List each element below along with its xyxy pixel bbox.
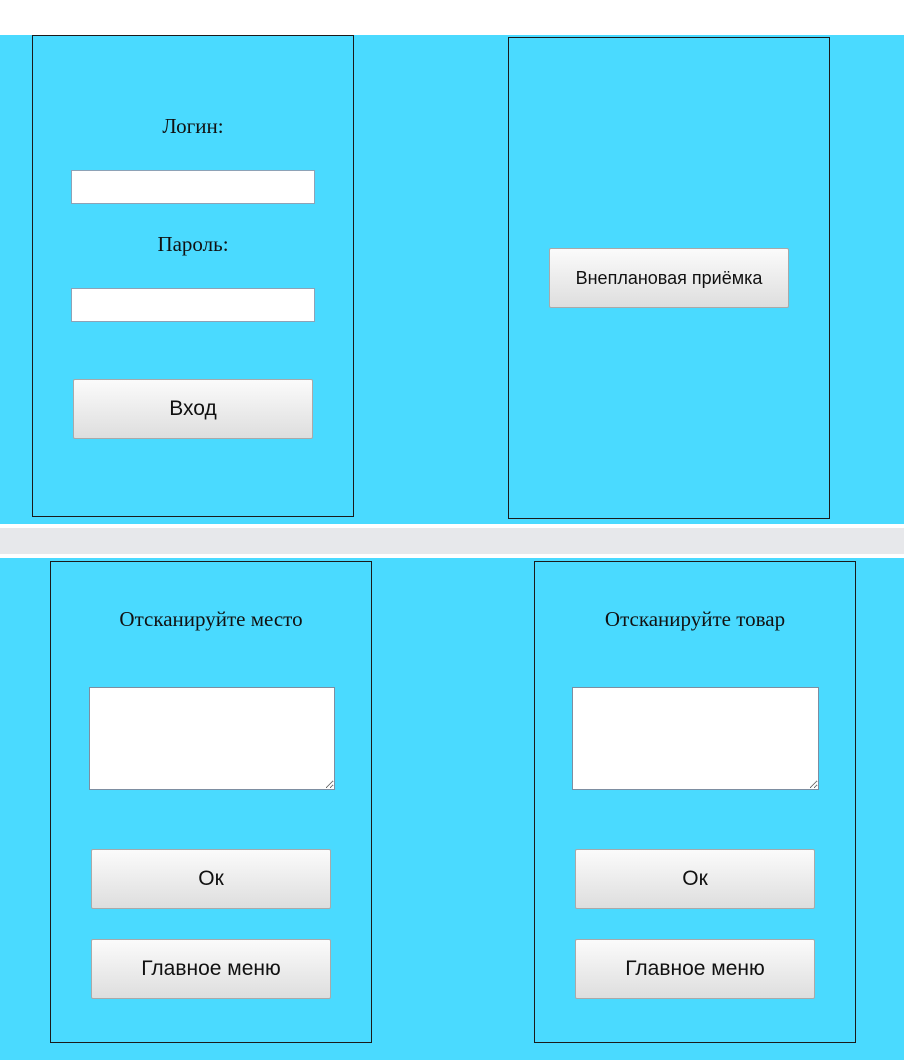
top-screens-area: Логин: Пароль: Вход Внеплановая приёмка [0, 35, 904, 524]
scan-item-panel: Отсканируйте товар Ок Главное меню [534, 561, 856, 1043]
login-input[interactable] [71, 170, 315, 204]
login-panel: Логин: Пароль: Вход [32, 35, 354, 517]
scan-place-title: Отсканируйте место [119, 607, 303, 631]
bottom-screens-area: Отсканируйте место Ок Главное меню Отска… [0, 558, 904, 1060]
divider-stripe [0, 528, 904, 554]
menu-panel: Внеплановая приёмка [508, 37, 830, 519]
screens-divider [0, 524, 904, 558]
scan-item-title: Отсканируйте товар [604, 607, 786, 631]
scan-place-panel: Отсканируйте место Ок Главное меню [50, 561, 372, 1043]
login-label: Логин: [162, 114, 224, 138]
scan-place-main-menu-button[interactable]: Главное меню [91, 939, 331, 999]
scan-place-input[interactable] [89, 687, 335, 790]
scan-place-ok-button[interactable]: Ок [91, 849, 331, 909]
scan-item-ok-button[interactable]: Ок [575, 849, 815, 909]
login-button[interactable]: Вход [73, 379, 313, 439]
unplanned-receipt-button[interactable]: Внеплановая приёмка [549, 248, 789, 308]
scan-item-main-menu-button[interactable]: Главное меню [575, 939, 815, 999]
scan-item-input[interactable] [572, 687, 819, 790]
password-label: Пароль: [157, 232, 229, 256]
password-input[interactable] [71, 288, 315, 322]
